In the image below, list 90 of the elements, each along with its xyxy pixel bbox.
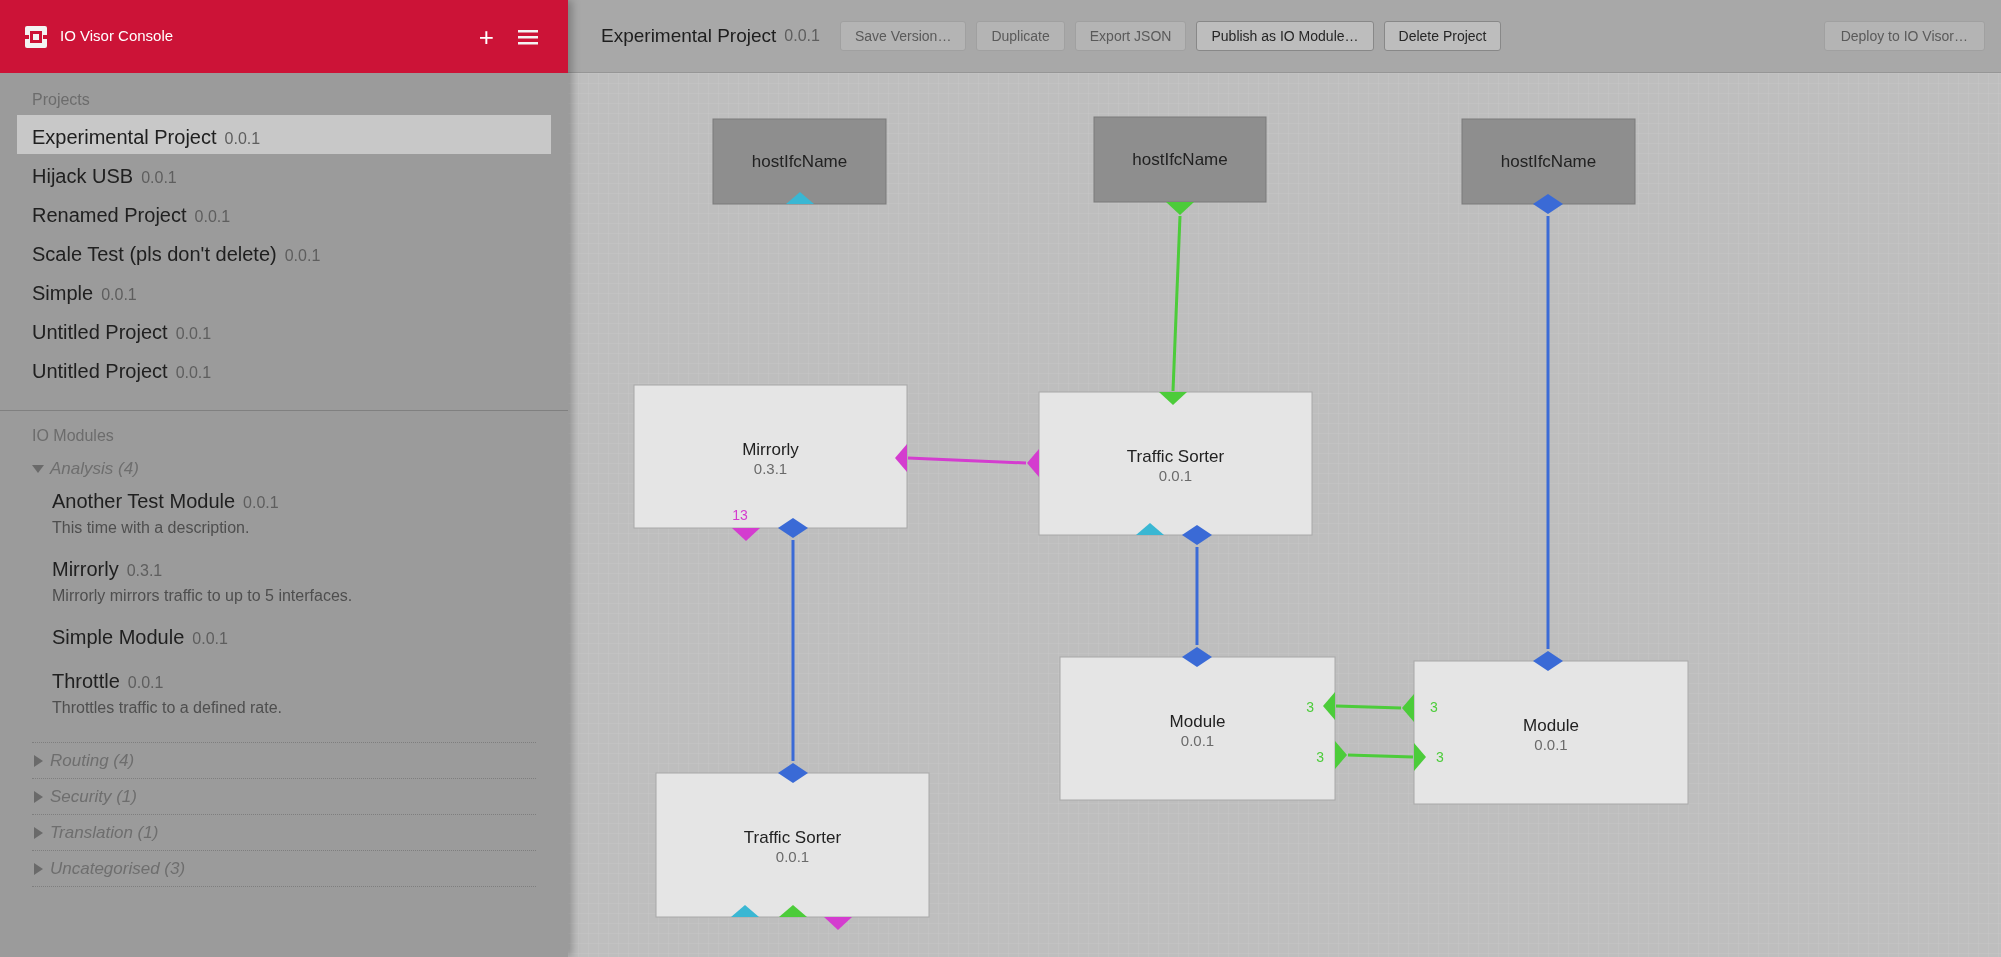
port-marker[interactable]	[778, 518, 808, 538]
module-name: Throttle	[52, 669, 120, 694]
project-version: 0.0.1	[194, 207, 231, 227]
project-version: 0.0.1	[784, 26, 820, 46]
module-version: 0.0.1	[192, 629, 228, 649]
node-title: Mirrorly	[742, 440, 799, 459]
port-marker[interactable]	[1533, 651, 1563, 671]
toolbar-button[interactable]: Delete Project	[1383, 21, 1502, 51]
module-version: 0.0.1	[127, 673, 164, 693]
connection-line[interactable]	[1546, 216, 1550, 649]
interface-node[interactable]	[1461, 118, 1636, 205]
port-marker[interactable]	[1533, 194, 1563, 214]
port-marker[interactable]	[895, 444, 907, 472]
project-item[interactable]: Experimental Project 0.0.1	[17, 115, 551, 154]
project-name: Untitled Project	[32, 320, 168, 345]
port-count: 3	[1306, 699, 1314, 715]
project-item[interactable]: Untitled Project 0.0.1	[17, 349, 551, 388]
project-name: Renamed Project	[32, 203, 187, 228]
project-version: 0.0.1	[101, 285, 137, 305]
node-version: 0.3.1	[753, 460, 788, 477]
node-version: 0.0.1	[1158, 467, 1193, 484]
connection-line[interactable]	[1335, 704, 1402, 710]
port-marker[interactable]	[1159, 392, 1187, 405]
logo-icon	[25, 25, 47, 48]
module-node[interactable]	[633, 384, 908, 529]
project-item[interactable]: Renamed Project 0.0.1	[17, 193, 551, 232]
project-item[interactable]: Hijack USB 0.0.1	[17, 154, 551, 193]
connection-line[interactable]	[1347, 753, 1414, 759]
interface-node[interactable]	[1093, 116, 1267, 203]
project-item[interactable]: Simple 0.0.1	[17, 271, 551, 310]
port-marker[interactable]	[786, 192, 814, 204]
node-title: Module	[1523, 716, 1579, 735]
project-version: 0.0.1	[284, 246, 321, 266]
module-version: 0.0.1	[243, 493, 279, 513]
port-count: 3	[1436, 749, 1444, 765]
project-version: 0.0.1	[175, 324, 212, 344]
module-description: Mirrorly mirrors traffic to up to 5 interfaces.	[52, 586, 354, 606]
node-title: hostIfcName	[751, 152, 848, 171]
port-marker[interactable]	[1414, 743, 1426, 771]
node-title: Module	[1169, 712, 1226, 731]
project-name: Hijack USB	[32, 164, 134, 189]
module-node[interactable]	[1059, 656, 1336, 801]
project-version: 0.0.1	[224, 129, 261, 149]
module-version: 0.3.1	[126, 561, 163, 581]
node-title: hostIfcName	[1500, 152, 1597, 171]
module-description: Throttles traffic to a defined rate.	[52, 698, 284, 718]
port-marker[interactable]	[731, 905, 759, 917]
caret-right-icon	[32, 754, 44, 767]
node-title: Traffic Sorter	[743, 828, 842, 847]
node-title: Traffic Sorter	[1126, 447, 1225, 466]
project-name: Simple	[32, 281, 94, 306]
toolbar-button[interactable]: Publish as IO Module…	[1196, 21, 1374, 51]
project-name: Scale Test (pls don't delete)	[32, 242, 277, 267]
port-count: 3	[1316, 749, 1324, 765]
caret-down-icon	[32, 462, 44, 475]
module-name: Another Test Module	[52, 489, 236, 514]
caret-right-icon	[32, 862, 44, 875]
module-name: Mirrorly	[52, 557, 119, 582]
project-name: Untitled Project	[32, 359, 168, 384]
interface-node[interactable]	[712, 118, 887, 205]
port-marker[interactable]	[778, 763, 808, 783]
menu-icon[interactable]	[518, 28, 538, 45]
caret-right-icon	[32, 790, 44, 803]
project-version: 0.0.1	[141, 168, 177, 188]
module-name: Simple Module	[52, 625, 185, 650]
port-marker[interactable]	[779, 905, 807, 917]
module-description: This time with a description.	[52, 518, 251, 538]
port-marker[interactable]	[1323, 692, 1335, 720]
project-version: 0.0.1	[175, 363, 212, 383]
node-title: hostIfcName	[1132, 150, 1228, 169]
project-item[interactable]: Scale Test (pls don't delete) 0.0.1	[17, 232, 551, 271]
add-button[interactable]: +	[474, 23, 498, 50]
port-marker[interactable]	[1136, 523, 1164, 535]
app-title: IO Visor Console	[60, 26, 174, 47]
node-version: 0.0.1	[775, 848, 810, 865]
project-name: Experimental Project	[32, 125, 217, 150]
module-node[interactable]	[1413, 660, 1689, 805]
port-marker[interactable]	[1182, 525, 1212, 545]
caret-right-icon	[32, 826, 44, 839]
project-item[interactable]: Untitled Project 0.0.1	[17, 310, 551, 349]
port-count: 3	[1430, 699, 1438, 715]
connection-line[interactable]	[791, 540, 795, 761]
project-title: Experimental Project	[601, 23, 777, 48]
port-marker[interactable]	[1182, 647, 1212, 667]
port-count: 13	[732, 507, 748, 523]
node-version: 0.0.1	[1534, 736, 1568, 753]
node-version: 0.0.1	[1180, 732, 1215, 749]
module-node[interactable]	[1038, 391, 1313, 536]
connection-line[interactable]	[1195, 547, 1199, 645]
module-node[interactable]	[655, 772, 930, 918]
